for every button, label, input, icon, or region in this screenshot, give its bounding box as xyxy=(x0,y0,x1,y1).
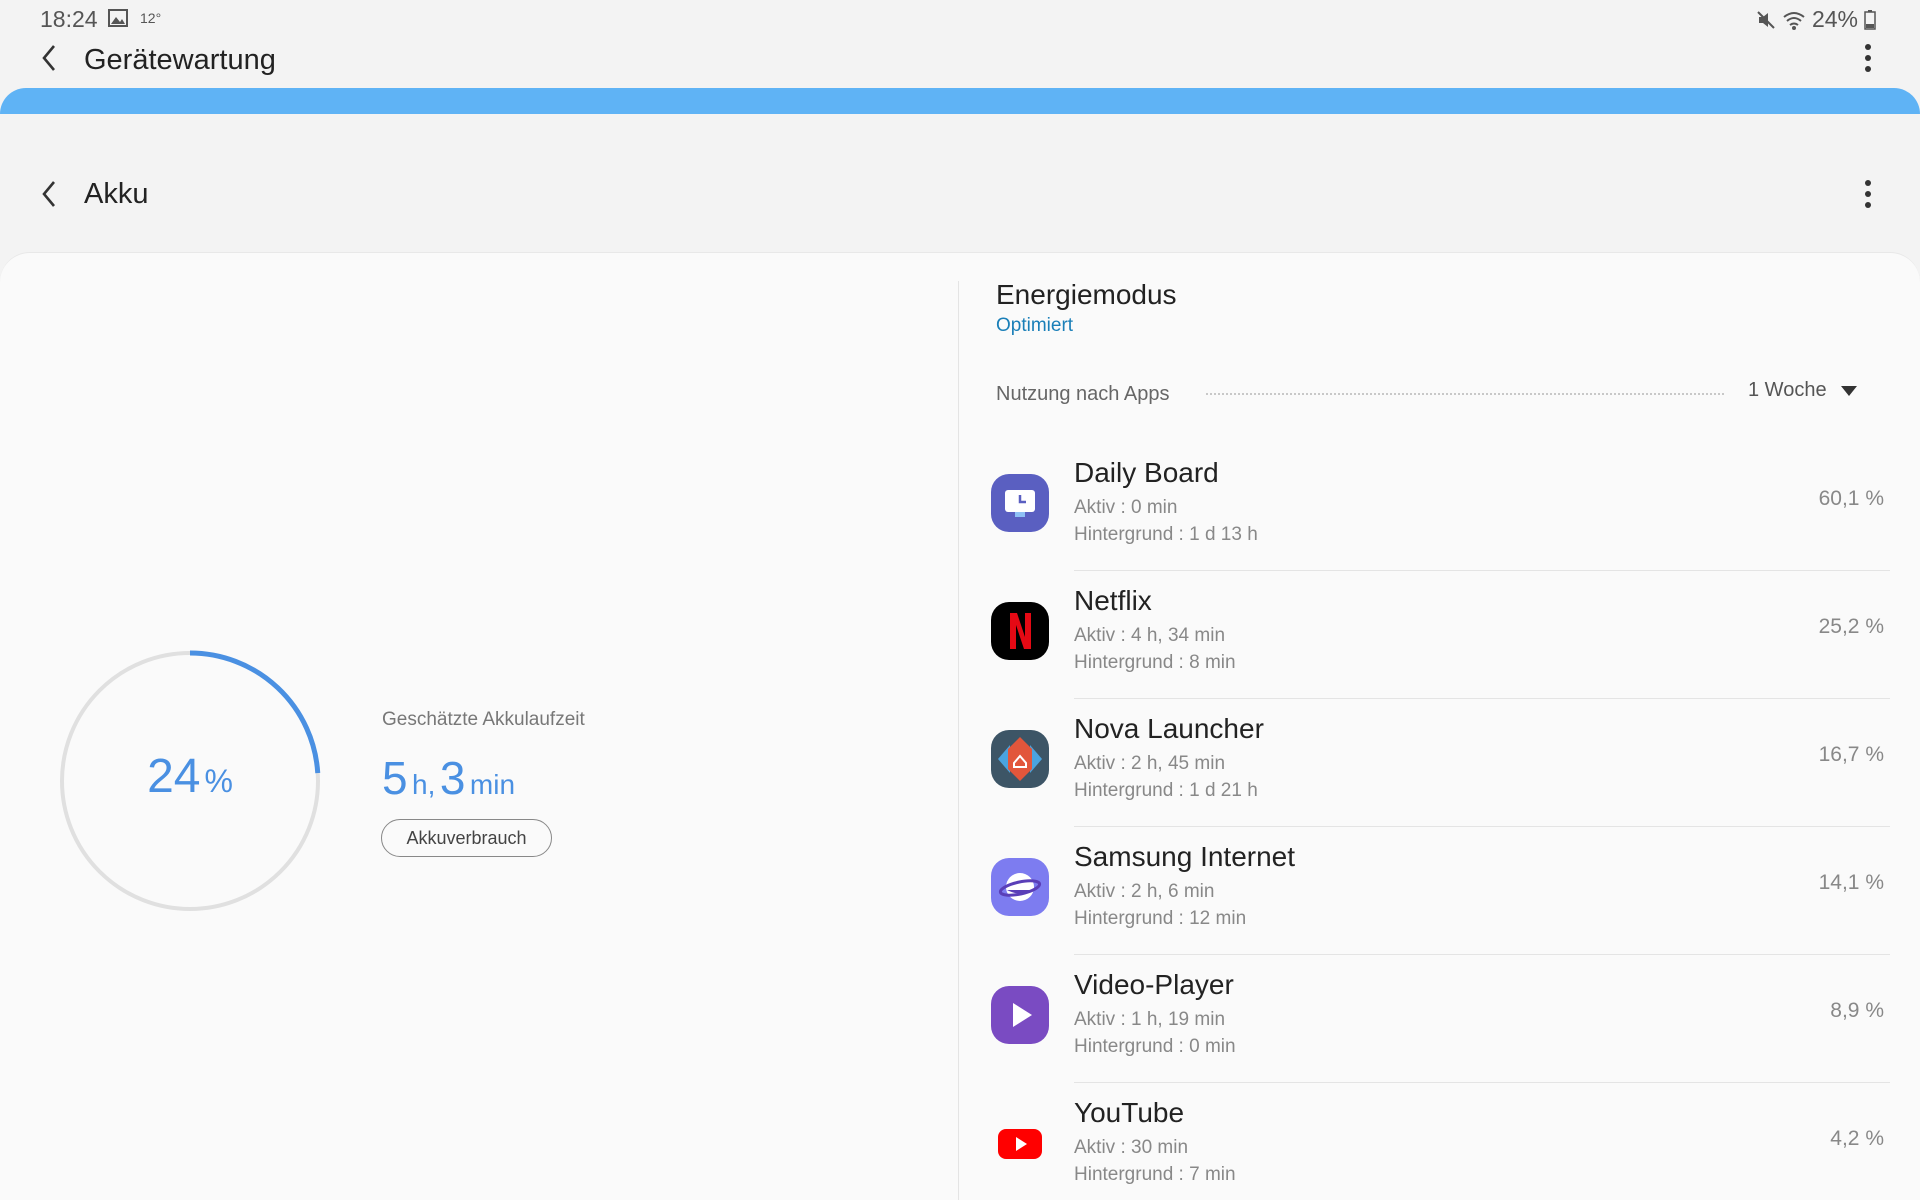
app-active-time: Aktiv : 2 h, 45 min xyxy=(1074,753,1226,774)
app-background-time: Hintergrund : 0 min xyxy=(1074,1036,1236,1057)
battery-level-unit: % xyxy=(204,763,233,799)
app-name: Nova Launcher xyxy=(1074,713,1264,744)
battery-usage-button[interactable]: Akkuverbrauch xyxy=(381,819,552,857)
app-row-samsung-internet[interactable]: Samsung Internet Aktiv : 2 h, 6 min Hint… xyxy=(990,827,1890,955)
more-dot-icon xyxy=(1865,66,1871,72)
app-active-time: Aktiv : 30 min xyxy=(1074,1137,1189,1158)
app-usage-list: Daily Board Aktiv : 0 min Hintergrund : … xyxy=(990,443,1890,1200)
app-usage-percent: 8,9 % xyxy=(1830,999,1884,1022)
app-name: YouTube xyxy=(1074,1097,1185,1128)
estimate-time: 5 h, 3 min xyxy=(382,751,515,805)
power-mode-title[interactable]: Energiemodus xyxy=(996,279,1177,311)
wifi-icon xyxy=(1783,11,1805,30)
app-background-time: Hintergrund : 1 d 21 h xyxy=(1074,780,1258,801)
more-dot-icon xyxy=(1865,191,1871,197)
chevron-left-icon xyxy=(42,45,55,71)
app-background-time: Hintergrund : 8 min xyxy=(1074,652,1236,673)
app-name: Video-Player xyxy=(1074,969,1234,1000)
estimate-minutes-unit: min xyxy=(469,769,516,800)
more-options-button[interactable] xyxy=(1856,38,1880,78)
app-usage-percent: 16,7 % xyxy=(1818,743,1884,766)
app-active-time: Aktiv : 1 h, 19 min xyxy=(1074,1009,1226,1030)
sub-app-bar: Akku xyxy=(0,164,1920,224)
app-usage-percent: 14,1 % xyxy=(1818,871,1884,894)
battery-level: 24% xyxy=(58,749,322,804)
power-mode-value[interactable]: Optimiert xyxy=(996,315,1073,337)
header-accent-strip xyxy=(0,88,1920,114)
app-active-time: Aktiv : 4 h, 34 min xyxy=(1074,625,1226,646)
estimate-minutes: 3 xyxy=(439,752,466,804)
top-app-bar: Gerätewartung xyxy=(0,28,1920,88)
app-background-time: Hintergrund : 1 d 13 h xyxy=(1074,524,1258,545)
akku-back-button[interactable] xyxy=(34,176,64,212)
netflix-icon xyxy=(991,602,1049,660)
more-dot-icon xyxy=(1865,202,1871,208)
estimate-hours: 5 xyxy=(382,752,408,804)
page-title: Gerätewartung xyxy=(84,44,276,76)
chevron-left-icon xyxy=(42,181,55,207)
app-background-time: Hintergrund : 7 min xyxy=(1074,1164,1236,1185)
youtube-icon xyxy=(998,1129,1042,1159)
app-active-time: Aktiv : 0 min xyxy=(1074,497,1178,518)
app-row-daily-board[interactable]: Daily Board Aktiv : 0 min Hintergrund : … xyxy=(990,443,1890,571)
estimate-hours-unit: h, xyxy=(412,769,436,800)
mute-icon xyxy=(1757,10,1775,29)
samsung-internet-icon xyxy=(991,858,1049,916)
app-name: Samsung Internet xyxy=(1074,841,1296,872)
period-value: 1 Woche xyxy=(1748,379,1827,401)
app-name: Netflix xyxy=(1074,585,1152,616)
more-dot-icon xyxy=(1865,44,1871,50)
app-background-time: Hintergrund : 12 min xyxy=(1074,908,1247,929)
app-active-time: Aktiv : 2 h, 6 min xyxy=(1074,881,1215,902)
section-title: Akku xyxy=(84,178,149,210)
video-player-icon xyxy=(991,986,1049,1044)
app-usage-percent: 25,2 % xyxy=(1818,615,1884,638)
column-divider xyxy=(958,281,959,1200)
back-button[interactable] xyxy=(34,40,64,76)
dotted-separator xyxy=(1206,393,1724,395)
app-usage-percent: 60,1 % xyxy=(1818,487,1884,510)
image-notification-icon xyxy=(108,9,128,27)
battery-level-value: 24 xyxy=(147,750,201,803)
more-dot-icon xyxy=(1865,180,1871,186)
status-temperature: 12° xyxy=(140,10,162,26)
app-usage-percent: 4,2 % xyxy=(1830,1127,1884,1150)
battery-card: 24% Geschätzte Akkulaufzeit 5 h, 3 min A… xyxy=(0,252,1920,1200)
caret-down-icon xyxy=(1840,385,1857,396)
battery-icon xyxy=(1864,9,1876,30)
more-dot-icon xyxy=(1865,55,1871,61)
app-row-netflix[interactable]: Netflix Aktiv : 4 h, 34 min Hintergrund … xyxy=(990,571,1890,699)
akku-more-options-button[interactable] xyxy=(1856,174,1880,214)
app-row-nova-launcher[interactable]: Nova Launcher Aktiv : 2 h, 45 min Hinter… xyxy=(990,699,1890,827)
estimate-label: Geschätzte Akkulaufzeit xyxy=(382,709,585,730)
period-dropdown[interactable]: 1 Woche xyxy=(1748,379,1857,402)
daily-board-icon xyxy=(991,474,1049,532)
usage-by-apps-label: Nutzung nach Apps xyxy=(996,383,1170,405)
nova-launcher-icon xyxy=(991,730,1049,788)
app-row-youtube[interactable]: YouTube Aktiv : 30 min Hintergrund : 7 m… xyxy=(990,1083,1890,1200)
app-name: Daily Board xyxy=(1074,457,1219,488)
app-row-video-player[interactable]: Video-Player Aktiv : 1 h, 19 min Hinterg… xyxy=(990,955,1890,1083)
